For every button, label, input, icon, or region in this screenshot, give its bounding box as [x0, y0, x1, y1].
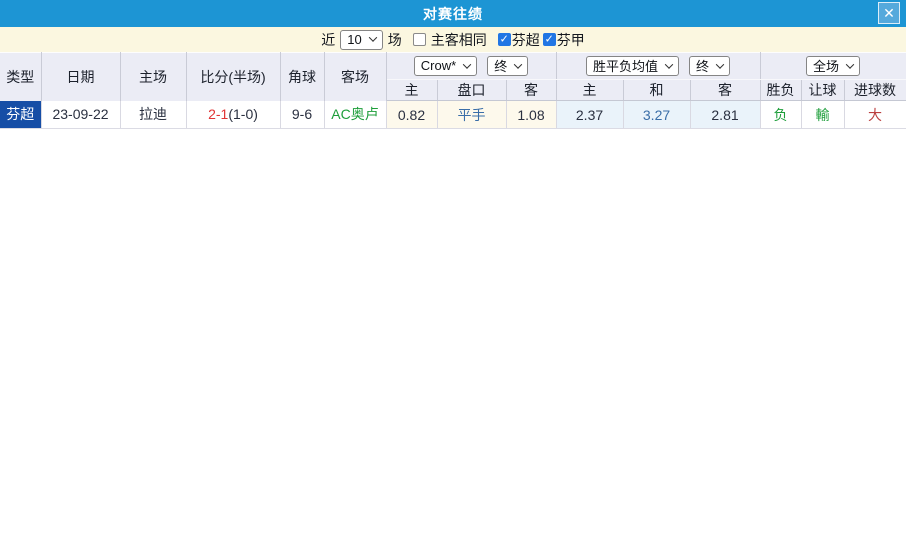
- col-header-score: 比分(半场): [186, 52, 281, 101]
- cell-odds-home: 2.37: [556, 100, 624, 129]
- odds-mode-value: 胜平负均值: [593, 59, 659, 74]
- cell-league: 芬超: [0, 100, 42, 129]
- recent-count-select[interactable]: 10: [340, 29, 383, 50]
- same-home-away-label: 主客相同: [430, 31, 487, 48]
- cell-ah-home: 0.82: [386, 100, 438, 129]
- cell-result: 负: [760, 100, 802, 129]
- chevron-down-icon: [715, 59, 725, 69]
- cell-corners: 9-6: [280, 100, 325, 129]
- subcol-ah-home: 主: [386, 79, 438, 101]
- cell-ah-away: 1.08: [506, 100, 557, 129]
- league-fenchao-checkbox[interactable]: ✓: [497, 33, 511, 46]
- league-fenjia-checkbox[interactable]: ✓: [542, 33, 556, 46]
- recent-label: 近: [321, 31, 336, 48]
- subcol-result: 胜负: [760, 79, 802, 101]
- subcol-ah-result: 让球: [801, 79, 845, 101]
- odds-time-select[interactable]: 终: [689, 56, 731, 76]
- cell-ah-result: 輸: [801, 100, 845, 129]
- close-button[interactable]: ✕: [878, 2, 900, 24]
- cell-date: 23-09-22: [41, 100, 121, 129]
- bookmaker-select[interactable]: Crow*: [413, 56, 478, 76]
- league-fenjia-label: 芬甲: [556, 31, 585, 48]
- handicap-controls-cell: Crow* 终: [386, 52, 557, 80]
- chevron-down-icon: [664, 59, 674, 69]
- filter-bar: 近 10 场 主客相同 ✓ 芬超 ✓ 芬甲: [0, 27, 906, 52]
- chevron-down-icon: [368, 33, 377, 42]
- subcol-ah-line: 盘口: [437, 79, 507, 101]
- full-time-score: 2-1: [208, 106, 229, 123]
- unit-label: 场: [387, 31, 402, 48]
- cell-score: 2-1(1-0): [186, 100, 281, 129]
- subcol-odds-home: 主: [556, 79, 624, 101]
- chevron-down-icon: [845, 59, 855, 69]
- handicap-time-value: 终: [494, 59, 508, 74]
- header-row-controls: 类型 日期 主场 比分(半场) 角球 客场 Crow* 终 胜平负均值 终 全场: [0, 52, 906, 101]
- recent-count-value: 10: [347, 31, 362, 47]
- odds-mode-select[interactable]: 胜平负均值: [586, 56, 680, 76]
- scope-select[interactable]: 全场: [806, 56, 861, 76]
- cell-away-team: AC奥卢: [324, 100, 387, 129]
- league-fenchao-label: 芬超: [511, 31, 540, 48]
- same-home-away-checkbox[interactable]: [412, 33, 426, 46]
- col-header-date: 日期: [41, 52, 121, 101]
- subcol-odds-away: 客: [690, 79, 761, 101]
- window-title: 对赛往绩: [423, 5, 483, 22]
- subcol-odds-draw: 和: [623, 79, 691, 101]
- check-icon: ✓: [499, 33, 509, 46]
- close-icon: ✕: [883, 5, 895, 21]
- col-header-corners: 角球: [280, 52, 325, 101]
- col-header-home: 主场: [120, 52, 187, 101]
- subcol-ah-away: 客: [506, 79, 557, 101]
- cell-goal-total: 大: [844, 100, 906, 129]
- subcol-goals: 进球数: [844, 79, 906, 101]
- cell-odds-draw: 3.27: [623, 100, 691, 129]
- handicap-time-select[interactable]: 终: [487, 56, 529, 76]
- odds-time-value: 终: [696, 59, 710, 74]
- col-header-type: 类型: [0, 52, 42, 101]
- check-icon: ✓: [544, 33, 554, 46]
- col-header-away: 客场: [324, 52, 387, 101]
- scope-select-value: 全场: [813, 59, 840, 74]
- scope-controls-cell: 全场: [760, 52, 906, 80]
- match-history-table: 类型 日期 主场 比分(半场) 角球 客场 Crow* 终 胜平负均值 终 全场…: [0, 52, 906, 129]
- chevron-down-icon: [513, 59, 523, 69]
- cell-ah-line: 平手: [437, 100, 507, 129]
- title-bar: 对赛往绩 ✕: [0, 0, 906, 27]
- cell-home-team: 拉迪: [120, 100, 187, 129]
- chevron-down-icon: [462, 59, 472, 69]
- match-history-window: 对赛往绩 ✕ 近 10 场 主客相同 ✓ 芬超 ✓ 芬甲 类型 日期 主场 比分…: [0, 0, 906, 540]
- odds-controls-cell: 胜平负均值 终: [556, 52, 761, 80]
- table-row: 芬超 23-09-22 拉迪 2-1(1-0) 9-6 AC奥卢 0.82 平手…: [0, 100, 906, 129]
- bookmaker-select-value: Crow*: [420, 58, 457, 73]
- half-time-score: (1-0): [228, 106, 258, 123]
- cell-odds-away: 2.81: [690, 100, 761, 129]
